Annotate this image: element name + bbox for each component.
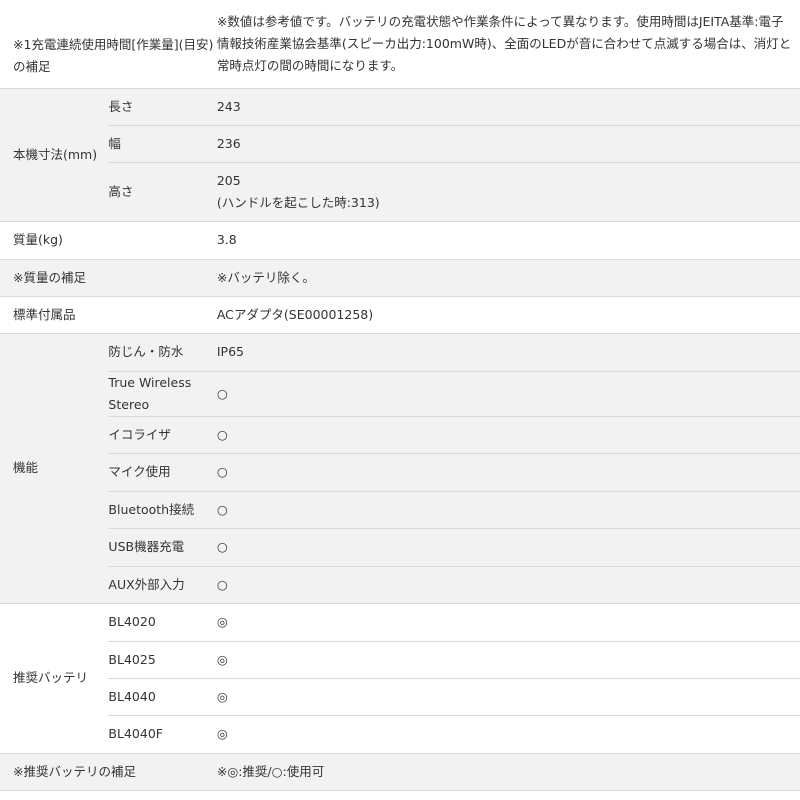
sub-label: BL4040F — [108, 715, 217, 754]
spec-row-height: 高さ 205 (ハンドルを起こした時:313) — [0, 162, 800, 222]
sub-label: BL4040 — [108, 678, 217, 716]
row-value: ○ — [216, 453, 800, 492]
height-value: 205 — [216, 172, 241, 188]
spec-row-function: Bluetooth接続 ○ — [0, 491, 800, 529]
spec-row-battery: BL4040 ◎ — [0, 678, 800, 716]
sub-label: BL4020 — [108, 603, 217, 642]
row-value: ◎ — [216, 603, 800, 642]
row-value: ※数値は参考値です。バッテリの充電状態や作業条件によって異なります。使用時間はJ… — [216, 0, 800, 89]
spec-row-battery: BL4040F ◎ — [0, 715, 800, 754]
sub-label: USB機器充電 — [108, 528, 217, 567]
sub-label: Bluetooth接続 — [108, 491, 217, 529]
row-label: 標準付属品 — [0, 296, 217, 334]
spec-row-function: イコライザ ○ — [0, 416, 800, 454]
spec-row-mass: 質量(kg) 3.8 — [0, 221, 800, 260]
spec-table: ※1充電連続使用時間[作業量](目安)の補足 ※数値は参考値です。バッテリの充電… — [0, 0, 800, 791]
row-label: ※質量の補足 — [0, 259, 217, 297]
row-value: ◎ — [216, 678, 800, 716]
group-label-dimensions: 本機寸法(mm) — [0, 88, 109, 222]
row-value: ○ — [216, 528, 800, 567]
spec-row-accessories: 標準付属品 ACアダプタ(SE00001258) — [0, 296, 800, 334]
group-label-functions: 機能 — [0, 333, 109, 604]
row-label: 質量(kg) — [0, 221, 217, 260]
row-value: 205 (ハンドルを起こした時:313) — [216, 162, 800, 222]
spec-row-mass-note: ※質量の補足 ※バッテリ除く。 — [0, 259, 800, 297]
spec-row-battery: BL4025 ◎ — [0, 641, 800, 679]
row-value: ○ — [216, 371, 800, 417]
sub-label: True Wireless Stereo — [108, 371, 217, 417]
row-value: ◎ — [216, 641, 800, 679]
sub-label: 幅 — [108, 125, 217, 163]
spec-row-length: 本機寸法(mm) 長さ 243 — [0, 88, 800, 222]
row-label: ※1充電連続使用時間[作業量](目安)の補足 — [0, 0, 217, 89]
sub-label: 防じん・防水 — [108, 333, 217, 372]
spec-row-function: True Wireless Stereo ○ — [0, 371, 800, 417]
row-label: ※推奨バッテリの補足 — [0, 753, 217, 791]
spec-row-usage-note: ※1充電連続使用時間[作業量](目安)の補足 ※数値は参考値です。バッテリの充電… — [0, 0, 800, 89]
row-value: IP65 — [216, 333, 800, 372]
spec-row-width: 幅 236 — [0, 125, 800, 163]
spec-row-battery-note: ※推奨バッテリの補足 ※◎:推奨/○:使用可 — [0, 753, 800, 791]
spec-row-battery: 推奨バッテリ BL4020 ◎ — [0, 603, 800, 754]
spec-row-function: USB機器充電 ○ — [0, 528, 800, 567]
row-value: 3.8 — [216, 221, 800, 260]
row-value: ※バッテリ除く。 — [216, 259, 800, 297]
row-value: 236 — [216, 125, 800, 163]
spec-row-function: マイク使用 ○ — [0, 453, 800, 492]
row-value: ○ — [216, 566, 800, 604]
sub-label: 長さ — [108, 88, 217, 126]
spec-row-function: AUX外部入力 ○ — [0, 566, 800, 604]
height-value-note: (ハンドルを起こした時:313) — [216, 194, 380, 210]
sub-label: AUX外部入力 — [108, 566, 217, 604]
sub-label: イコライザ — [108, 416, 217, 454]
sub-label: マイク使用 — [108, 453, 217, 492]
spec-row-function: 機能 防じん・防水 IP65 — [0, 333, 800, 604]
group-label-batteries: 推奨バッテリ — [0, 603, 109, 754]
row-value: ○ — [216, 491, 800, 529]
row-value: ※◎:推奨/○:使用可 — [216, 753, 800, 791]
row-value: ◎ — [216, 715, 800, 754]
sub-label: BL4025 — [108, 641, 217, 679]
row-value: ○ — [216, 416, 800, 454]
row-value: 243 — [216, 88, 800, 126]
sub-label: 高さ — [108, 162, 217, 222]
row-value: ACアダプタ(SE00001258) — [216, 296, 800, 334]
